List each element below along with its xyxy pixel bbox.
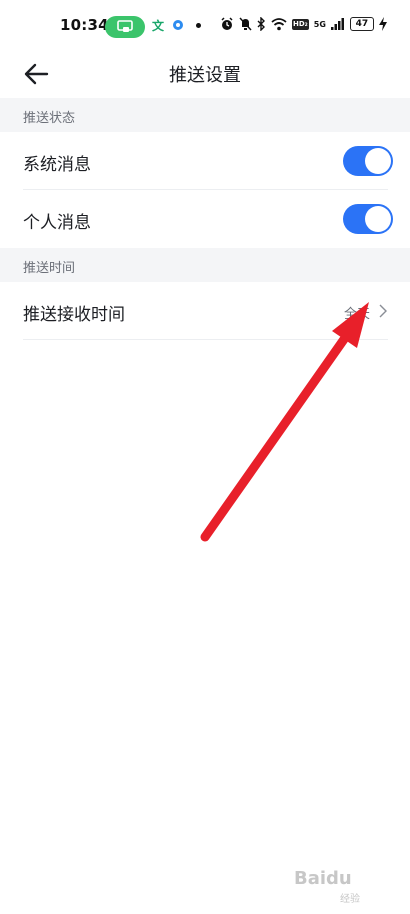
bluetooth-icon xyxy=(257,17,265,31)
system-messages-toggle[interactable] xyxy=(343,146,393,176)
setting-label: 个人消息 xyxy=(23,213,91,233)
receive-time-value: 全天 xyxy=(343,307,370,322)
row-divider xyxy=(23,339,388,340)
app-notification-icon xyxy=(173,20,183,30)
page-title: 推送设置 xyxy=(169,65,241,86)
status-bar: 10:34 文 HD₂ 5G 47 xyxy=(0,0,410,50)
section-header-push-time: 推送时间 xyxy=(0,248,410,282)
signal-strength-icon xyxy=(330,18,344,30)
setting-row-system-messages: 系统消息 xyxy=(0,132,410,190)
baidu-watermark-sub: 经验 xyxy=(340,894,360,905)
toggle-knob xyxy=(365,148,391,174)
setting-row-receive-time[interactable]: 推送接收时间 全天 xyxy=(0,282,410,340)
translate-app-icon: 文 xyxy=(152,19,165,33)
alarm-icon xyxy=(221,17,233,30)
personal-messages-toggle[interactable] xyxy=(343,204,393,234)
battery-indicator: 47 xyxy=(349,17,374,31)
status-icons: HD₂ 5G 47 xyxy=(220,17,387,31)
charging-bolt-icon xyxy=(378,17,387,31)
chevron-right-icon xyxy=(379,304,387,318)
screen-cast-indicator[interactable] xyxy=(105,16,145,38)
baidu-watermark: Baidu xyxy=(294,868,352,889)
section-title: 推送状态 xyxy=(23,111,76,126)
more-notifications-dot-icon xyxy=(196,23,201,28)
setting-row-personal-messages: 个人消息 xyxy=(0,190,410,248)
wifi-icon xyxy=(271,17,287,30)
mute-bell-icon xyxy=(239,17,252,31)
screen-cast-icon xyxy=(117,20,133,32)
section-title: 推送时间 xyxy=(23,261,76,276)
status-time: 10:34 xyxy=(60,16,109,34)
setting-label: 系统消息 xyxy=(23,155,91,175)
network-type-label: 5G xyxy=(313,19,326,29)
toggle-knob xyxy=(365,206,391,232)
hd-voice-badge: HD₂ xyxy=(292,18,309,30)
nav-bar: 推送设置 xyxy=(0,50,410,98)
section-header-push-status: 推送状态 xyxy=(0,98,410,132)
setting-label: 推送接收时间 xyxy=(23,305,125,325)
